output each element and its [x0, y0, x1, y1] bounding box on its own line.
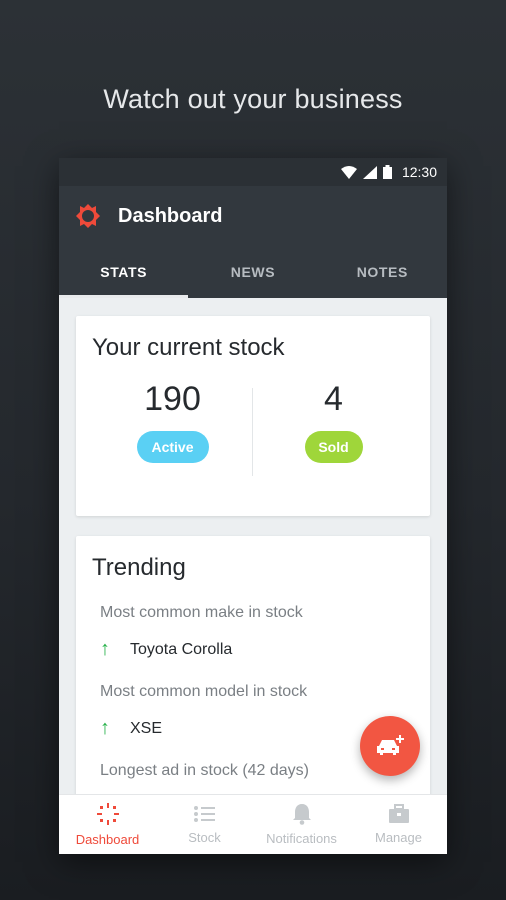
signal-icon — [362, 165, 377, 179]
nav-label-dashboard: Dashboard — [75, 832, 140, 847]
sold-badge[interactable]: Sold — [304, 431, 363, 463]
trending-title: Trending — [92, 554, 186, 581]
trend-label-make: Most common make in stock — [100, 604, 303, 621]
active-count: 190 — [144, 380, 201, 418]
status-bar: 12:30 — [59, 158, 447, 186]
battery-icon — [382, 165, 392, 179]
headline: Watch out your business — [103, 84, 403, 114]
trend-value-model: XSE — [130, 719, 163, 737]
nav-manage[interactable]: Manage — [350, 795, 447, 854]
active-stock[interactable]: 190 Active — [92, 380, 253, 463]
nav-dashboard[interactable]: Dashboard — [59, 795, 156, 854]
arrow-up-icon: ↑ — [100, 717, 110, 739]
tab-news[interactable]: NEWS — [188, 246, 317, 298]
bottom-navigation: Dashboard Stock Notifications Manage — [59, 794, 447, 854]
sold-stock[interactable]: 4 Sold — [253, 380, 414, 463]
sold-count: 4 — [324, 380, 343, 418]
nav-stock[interactable]: Stock — [156, 795, 253, 854]
trend-label-model: Most common model in stock — [100, 683, 308, 700]
arrow-up-icon: ↑ — [100, 638, 110, 660]
trending-card: Trending Most common make in stock ↑ Toy… — [76, 536, 430, 836]
current-stock-card: Your current stock 190 Active 4 Sold — [76, 316, 430, 516]
add-car-button[interactable] — [360, 716, 420, 776]
app-title: Dashboard — [118, 204, 223, 227]
stock-divider — [252, 388, 253, 476]
stock-card-title: Your current stock — [92, 334, 285, 361]
active-badge[interactable]: Active — [136, 431, 209, 463]
briefcase-icon — [388, 804, 409, 823]
nav-label-stock: Stock — [188, 830, 221, 845]
nav-label-notifications: Notifications — [266, 831, 337, 846]
bell-icon — [292, 804, 311, 825]
phone-screen: 12:30 Dashboard STATS NEWS NOTES Your cu… — [59, 158, 447, 854]
app-bar: Dashboard — [59, 186, 447, 246]
list-icon — [193, 806, 215, 822]
dashboard-icon — [96, 803, 119, 825]
app-logo-icon — [76, 204, 100, 228]
add-car-icon — [377, 735, 404, 755]
trend-item-make[interactable]: ↑ Toyota Corolla — [92, 638, 414, 661]
status-time: 12:30 — [401, 164, 437, 180]
trend-value-make: Toyota Corolla — [130, 640, 233, 658]
wifi-icon — [340, 165, 357, 179]
tab-notes[interactable]: NOTES — [318, 246, 447, 298]
tab-bar: STATS NEWS NOTES — [59, 246, 447, 298]
nav-notifications[interactable]: Notifications — [253, 795, 350, 854]
tab-stats[interactable]: STATS — [59, 246, 189, 298]
nav-label-manage: Manage — [375, 830, 422, 845]
